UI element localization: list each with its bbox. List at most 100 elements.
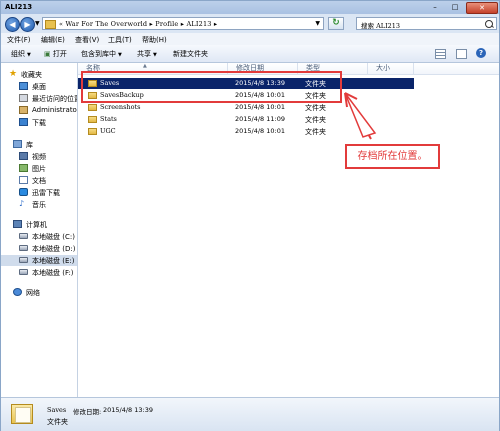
sidebar-label: 视频 — [32, 153, 46, 161]
minimize-button[interactable]: – — [426, 2, 444, 12]
callout-arrow-icon — [344, 92, 377, 140]
organize-button[interactable]: 组织 ▼ — [11, 49, 31, 59]
sidebar-item-drive-e[interactable]: 本地磁盘 (E:) — [1, 255, 77, 266]
sidebar-label: 桌面 — [32, 83, 46, 91]
file-list-pane: ▲ 名称 修改日期 类型 大小 Saves 2015/4/8 13:39 文件夹… — [78, 63, 499, 397]
command-toolbar: 组织 ▼ ▣ 打开 包含到库中 ▼ 共享 ▼ 新建文件夹 ? — [1, 45, 499, 63]
share-button[interactable]: 共享 ▼ — [137, 49, 157, 59]
include-library-button[interactable]: 包含到库中 ▼ — [81, 49, 122, 59]
sidebar-label: 图片 — [32, 165, 46, 173]
file-name: UGC — [100, 127, 116, 135]
desktop-icon — [19, 82, 28, 90]
folder-icon — [88, 116, 97, 123]
sidebar-libraries[interactable]: 库 — [1, 139, 77, 150]
sidebar-label: Administrator — [32, 106, 78, 114]
folder-icon — [11, 404, 33, 424]
details-date: 2015/4/8 13:39 — [103, 406, 153, 414]
sidebar-item-drive-c[interactable]: 本地磁盘 (C:) — [1, 231, 77, 242]
sidebar-label: 最近访问的位置 — [32, 95, 78, 103]
sidebar-label: 本地磁盘 (C:) — [32, 233, 75, 241]
sidebar-item-downloads[interactable]: 下载 — [1, 117, 77, 128]
sidebar-item-drive-d[interactable]: 本地磁盘 (D:) — [1, 243, 77, 254]
open-icon: ▣ — [44, 50, 51, 58]
navigation-row: ◀ ▶ ▼ « War For The Overworld ▸ Profile … — [1, 15, 499, 33]
file-date: 2015/4/8 10:01 — [235, 103, 285, 111]
menu-help[interactable]: 帮助(H) — [142, 35, 167, 45]
sidebar-favorites[interactable]: ★ 收藏夹 — [1, 69, 77, 80]
drive-icon — [19, 233, 28, 239]
navigation-pane: ★ 收藏夹 桌面 最近访问的位置 Administrator 下载 库 视频 图… — [1, 63, 78, 397]
sidebar-item-thunder-downloads[interactable]: 迅雷下载 — [1, 187, 77, 198]
close-button[interactable]: ✕ — [466, 2, 498, 14]
search-input[interactable]: 搜索 ALI213 — [356, 17, 497, 30]
menu-view[interactable]: 查看(V) — [75, 35, 99, 45]
search-icon[interactable] — [485, 20, 493, 28]
chevron-down-icon: ▼ — [118, 52, 122, 58]
video-icon — [19, 152, 28, 160]
library-icon — [13, 140, 22, 148]
file-type: 文件夹 — [305, 116, 326, 124]
organize-label: 组织 — [11, 50, 25, 58]
sidebar-network[interactable]: 网络 — [1, 287, 77, 298]
sidebar-label: 本地磁盘 (E:) — [32, 257, 75, 265]
sidebar-item-desktop[interactable]: 桌面 — [1, 81, 77, 92]
file-date: 2015/4/8 11:09 — [235, 115, 285, 123]
history-chevron-down-icon[interactable]: ▼ — [35, 20, 40, 27]
sidebar-label: 本地磁盘 (F:) — [32, 269, 74, 277]
drive-icon — [19, 245, 28, 251]
save-location-callout: 存档所在位置。 — [345, 144, 440, 169]
help-icon[interactable]: ? — [476, 48, 486, 58]
address-bar[interactable]: « War For The Overworld ▸ Profile ▸ ALI2… — [42, 17, 324, 30]
network-icon — [13, 288, 22, 296]
refresh-icon[interactable]: ↻ — [328, 17, 344, 30]
address-path[interactable]: « War For The Overworld ▸ Profile ▸ ALI2… — [59, 20, 217, 28]
back-arrow-icon[interactable]: ◀ — [5, 17, 20, 32]
details-date-label: 修改日期: — [73, 408, 102, 416]
thunder-icon — [19, 188, 28, 196]
sidebar-label: 下载 — [32, 119, 46, 127]
sidebar-item-administrator[interactable]: Administrator — [1, 105, 77, 116]
folder-icon — [45, 20, 56, 29]
file-name: Screenshots — [100, 103, 141, 111]
sidebar-computer[interactable]: 计算机 — [1, 219, 77, 230]
sidebar-item-music[interactable]: ♪ 音乐 — [1, 199, 77, 210]
sidebar-item-documents[interactable]: 文档 — [1, 175, 77, 186]
window-title: ALI213 — [5, 3, 33, 11]
address-chevron-down-icon[interactable]: ▼ — [315, 20, 320, 27]
menu-file[interactable]: 文件(F) — [7, 35, 31, 45]
sidebar-item-recent[interactable]: 最近访问的位置 — [1, 93, 77, 104]
user-folder-icon — [19, 106, 28, 114]
sidebar-label: 收藏夹 — [21, 71, 42, 79]
title-bar[interactable]: ALI213 – □ ✕ — [1, 1, 499, 14]
sidebar-label: 音乐 — [32, 201, 46, 209]
details-pane: Saves 修改日期: 2015/4/8 13:39 文件夹 — [1, 397, 499, 431]
sidebar-label: 网络 — [26, 289, 40, 297]
include-label: 包含到库中 — [81, 50, 116, 58]
drive-icon — [19, 257, 28, 263]
change-view-icon[interactable] — [435, 49, 446, 59]
menu-edit[interactable]: 编辑(E) — [41, 35, 65, 45]
file-date: 2015/4/8 10:01 — [235, 127, 285, 135]
maximize-button[interactable]: □ — [446, 2, 464, 12]
preview-pane-icon[interactable] — [456, 49, 467, 59]
details-type: 文件夹 — [47, 418, 68, 426]
saves-highlight-box — [81, 71, 342, 103]
chevron-down-icon: ▼ — [27, 52, 31, 58]
search-placeholder: 搜索 ALI213 — [361, 22, 401, 30]
document-icon — [19, 176, 28, 184]
open-button[interactable]: ▣ 打开 — [44, 49, 67, 59]
drive-icon — [19, 269, 28, 275]
share-label: 共享 — [137, 50, 151, 58]
picture-icon — [19, 164, 28, 172]
menu-tools[interactable]: 工具(T) — [108, 35, 132, 45]
file-name: Stats — [100, 115, 117, 123]
sidebar-label: 库 — [26, 141, 33, 149]
download-icon — [19, 118, 28, 126]
sidebar-item-videos[interactable]: 视频 — [1, 151, 77, 162]
forward-arrow-icon[interactable]: ▶ — [20, 17, 35, 32]
sidebar-item-pictures[interactable]: 图片 — [1, 163, 77, 174]
new-folder-button[interactable]: 新建文件夹 — [173, 49, 208, 59]
column-size[interactable]: 大小 — [368, 63, 414, 74]
chevron-down-icon: ▼ — [153, 52, 157, 58]
sidebar-item-drive-f[interactable]: 本地磁盘 (F:) — [1, 267, 77, 278]
